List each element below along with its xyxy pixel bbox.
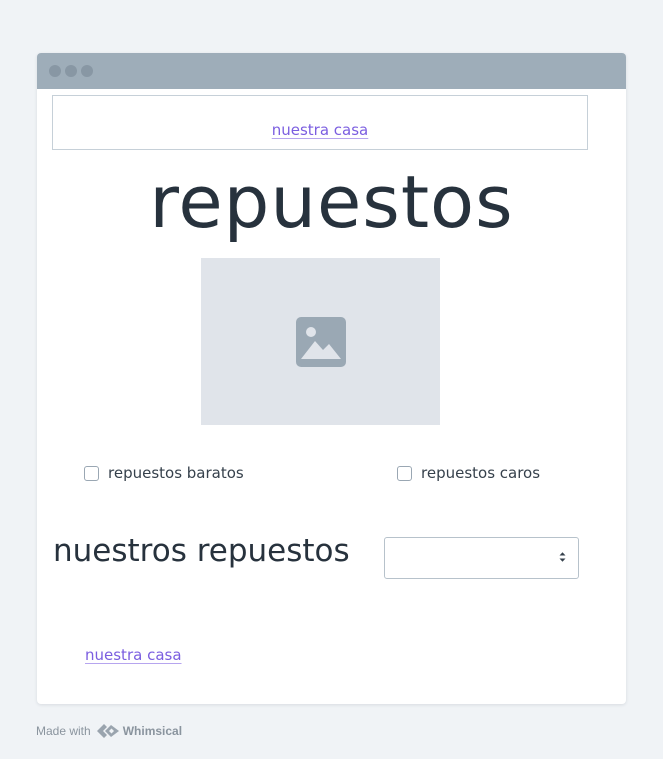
checkbox-box[interactable]: [397, 465, 412, 481]
whimsical-branding[interactable]: Made with Whimsical: [36, 723, 182, 739]
window-dot-icon: [81, 65, 93, 77]
checkbox-box[interactable]: [84, 465, 99, 481]
parts-select[interactable]: [384, 537, 579, 579]
checkbox-label: repuestos caros: [421, 464, 541, 482]
page-title: repuestos: [149, 160, 514, 244]
browser-window: nuestra casa repuestos repuestos baratos…: [37, 53, 626, 704]
footer-home-link[interactable]: nuestra casa: [85, 646, 182, 664]
window-titlebar: [37, 53, 626, 89]
whimsical-brand-name: Whimsical: [122, 724, 183, 738]
checkbox-label: repuestos baratos: [108, 464, 244, 482]
checkbox-cheap-parts[interactable]: repuestos baratos: [84, 464, 244, 482]
window-dot-icon: [49, 65, 61, 77]
select-arrows-icon: [559, 552, 566, 562]
made-with-label: Made with: [36, 724, 91, 738]
window-dot-icon: [65, 65, 77, 77]
header-nav-box: nuestra casa: [52, 95, 588, 150]
image-placeholder: [201, 258, 440, 425]
whimsical-logo-icon: [96, 723, 120, 739]
image-placeholder-icon: [296, 317, 346, 367]
header-home-link[interactable]: nuestra casa: [272, 121, 369, 139]
section-title: nuestros repuestos: [53, 533, 350, 569]
checkbox-expensive-parts[interactable]: repuestos caros: [397, 464, 540, 482]
